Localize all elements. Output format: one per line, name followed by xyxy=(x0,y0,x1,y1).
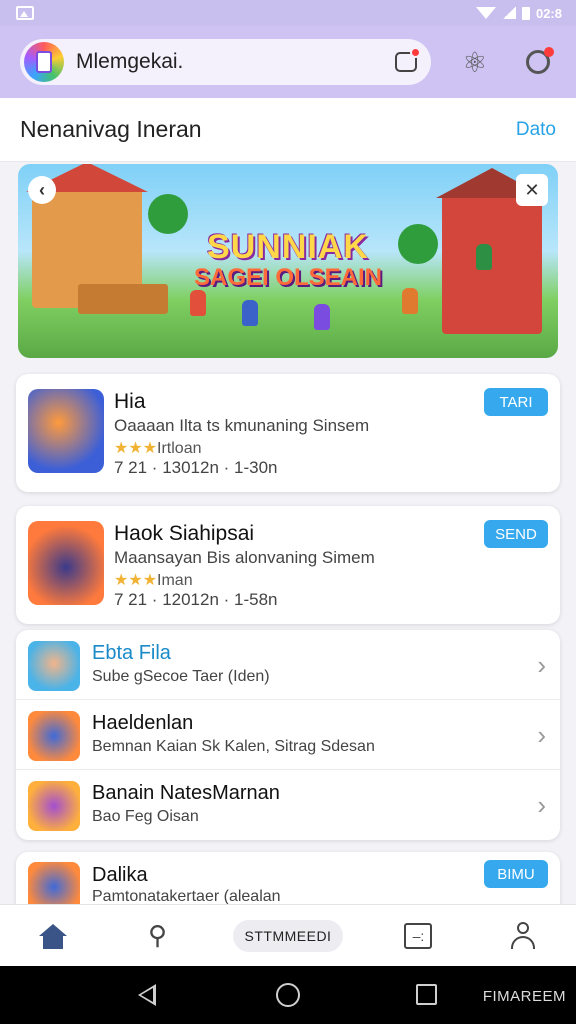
system-watermark: FIMAREEM xyxy=(482,988,566,1005)
home-icon xyxy=(38,923,67,949)
share-icon[interactable]: ⚛ xyxy=(455,42,495,82)
list-item-subtitle: Sube gSecoe Taer (Iden) xyxy=(92,668,270,685)
section-title: Nenanivag Ineran xyxy=(20,116,202,142)
pin-icon: ⚲ xyxy=(147,920,168,950)
banner-title: SUNNIAK xyxy=(207,228,369,266)
status-time: 02:8 xyxy=(535,5,562,21)
bottom-nav: ⚲ STTMMEEDI –: xyxy=(0,904,576,971)
list-item-thumbnail xyxy=(28,641,80,691)
nav-profile[interactable] xyxy=(493,911,553,961)
list-item-thumbnail xyxy=(28,781,80,831)
banner-close-icon[interactable]: ✕ xyxy=(516,174,548,206)
game-subtitle: Maansayan Bis alonvaning Simem xyxy=(114,548,375,567)
list-item-title: Ebta Fila xyxy=(92,642,171,664)
bell-icon[interactable] xyxy=(519,42,559,82)
section-header: Nenanivag Ineran Dato xyxy=(0,98,576,162)
banner-subtitle: SAGEI OLSEAIN xyxy=(193,264,383,291)
rating-stars-icon: ★★★ xyxy=(114,440,158,457)
app-logo-icon[interactable] xyxy=(24,42,64,82)
game-card[interactable]: Haok Siahipsai Maansayan Bis alonvaning … xyxy=(16,506,560,624)
list-item-subtitle: Bemnan Kaian Sk Kalen, Sitrag Sdesan xyxy=(92,738,375,755)
game-title: Haok Siahipsai xyxy=(114,522,255,545)
game-title: Hia xyxy=(114,390,146,413)
recents-icon[interactable] xyxy=(416,984,437,1005)
person-icon xyxy=(509,921,537,950)
banner-character xyxy=(314,304,330,330)
nav-home[interactable] xyxy=(23,911,83,971)
game-action-button[interactable]: BIMU xyxy=(484,860,548,888)
rating-stars-icon: ★★★ xyxy=(114,572,158,589)
inbox-badge xyxy=(410,47,421,58)
search-text[interactable]: Mlemgekai. xyxy=(76,50,391,74)
nav-board[interactable]: –: xyxy=(388,911,448,961)
list-item[interactable]: Banain NatesMarnan Bao Feg Oisan › xyxy=(16,770,560,840)
rating-text: Iman xyxy=(157,572,193,589)
nav-chip[interactable]: STTMMEEDI xyxy=(232,919,344,952)
board-icon: –: xyxy=(404,922,433,949)
inbox-icon[interactable] xyxy=(391,47,421,77)
banner-character xyxy=(190,290,206,316)
battery-icon xyxy=(521,6,530,20)
nav-pin[interactable]: ⚲ xyxy=(128,911,188,961)
back-icon[interactable] xyxy=(138,984,156,1006)
game-meta: 7 21 · 13012n · 1-30n xyxy=(114,458,278,477)
list-item-thumbnail xyxy=(28,711,80,761)
search-box[interactable]: Mlemgekai. xyxy=(20,39,431,85)
game-thumbnail xyxy=(28,389,104,473)
list-item[interactable]: Ebta Fila Sube gSecoe Taer (Iden) › xyxy=(16,630,560,700)
wifi-icon xyxy=(475,7,496,19)
system-nav-bar: FIMAREEM xyxy=(0,966,576,1024)
rating-text: Irtloan xyxy=(157,440,202,457)
chevron-right-icon: › xyxy=(537,720,546,750)
game-list: Ebta Fila Sube gSecoe Taer (Iden) › Hael… xyxy=(16,630,560,840)
featured-banner[interactable]: SUNNIAK SAGEI OLSEAIN ‹ ✕ xyxy=(18,164,558,358)
signal-icon xyxy=(501,7,516,19)
game-meta: 7 21 · 12012n · 1-58n xyxy=(114,590,278,609)
list-item[interactable]: Haeldenlan Bemnan Kaian Sk Kalen, Sitrag… xyxy=(16,700,560,770)
game-rating: ★★★Irtloan xyxy=(114,438,202,458)
game-action-button[interactable]: TARI xyxy=(484,388,548,416)
section-see-all-link[interactable]: Dato xyxy=(516,119,556,141)
status-right: 02:8 xyxy=(475,5,562,21)
app-header: Mlemgekai. ⚛ xyxy=(0,26,576,98)
banner-character xyxy=(242,300,258,326)
chevron-right-icon: › xyxy=(537,650,546,680)
game-rating: ★★★Iman xyxy=(114,570,193,590)
list-item-title: Haeldenlan xyxy=(92,712,194,734)
chevron-right-icon: › xyxy=(537,790,546,820)
list-item-title: Banain NatesMarnan xyxy=(92,782,280,804)
gallery-notification-icon xyxy=(16,6,34,20)
status-bar: 02:8 xyxy=(0,0,576,26)
home-circle-icon[interactable] xyxy=(276,983,300,1007)
banner-prev-button[interactable]: ‹ xyxy=(28,176,56,204)
game-thumbnail xyxy=(28,521,104,605)
notification-badge xyxy=(544,47,554,57)
game-card[interactable]: Hia Oaaaan Ilta ts kmunaning Sinsem ★★★I… xyxy=(16,374,560,492)
game-subtitle: Oaaaan Ilta ts kmunaning Sinsem xyxy=(114,416,370,435)
game-action-button[interactable]: SEND xyxy=(484,520,548,548)
game-title: Dalika xyxy=(92,864,148,886)
list-item-subtitle: Bao Feg Oisan xyxy=(92,808,199,825)
